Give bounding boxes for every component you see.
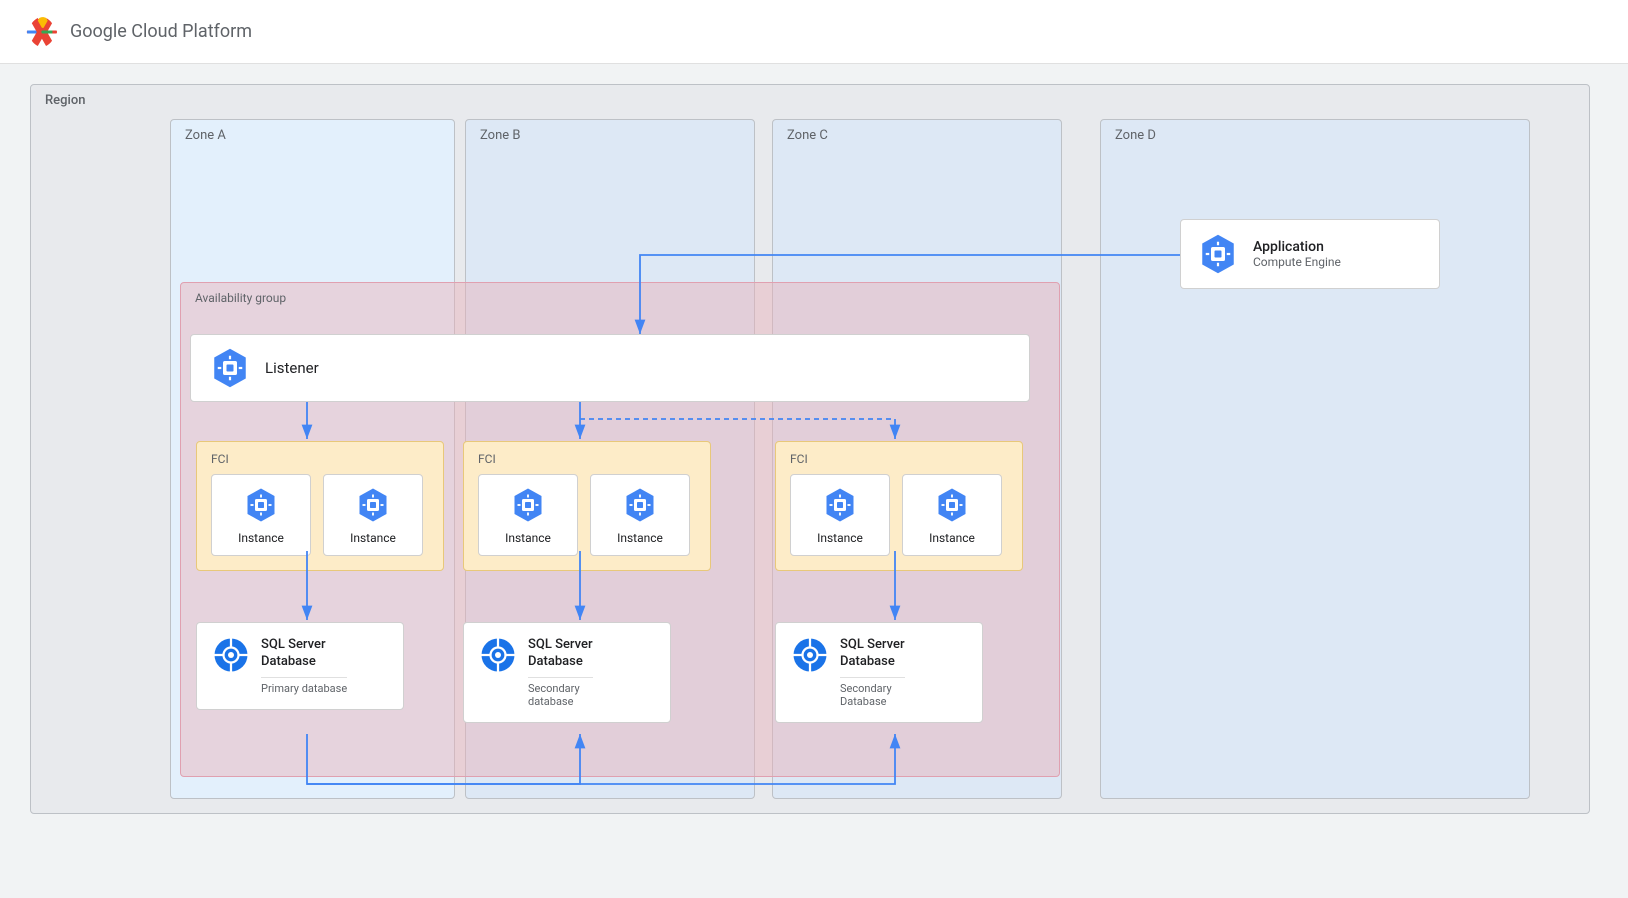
db-c-title: SQL ServerDatabase (840, 637, 905, 671)
db-box-a: SQL ServerDatabase Primary database (196, 622, 404, 710)
instance-a1-label: Instance (238, 531, 284, 545)
instance-a1-icon (243, 487, 279, 523)
logo-text: Google Cloud Platform (70, 21, 252, 42)
db-b-icon (480, 637, 516, 673)
db-c-icon (792, 637, 828, 673)
fci-box-b: FCI Instance (463, 441, 711, 571)
app-text: Application Compute Engine (1253, 239, 1341, 269)
db-b-text: SQL ServerDatabase Secondarydatabase (528, 637, 593, 708)
db-box-b: SQL ServerDatabase Secondarydatabase (463, 622, 671, 723)
instance-c2-icon (934, 487, 970, 523)
db-b-subtitle: Secondarydatabase (528, 677, 593, 708)
instance-c2-label: Instance (929, 531, 975, 545)
fci-b-label: FCI (478, 452, 696, 466)
fci-b-instances: Instance Instance (478, 474, 696, 556)
app-subtitle: Compute Engine (1253, 255, 1341, 269)
main-canvas: Region Zone A Zone B Zone C Zone D Avail… (0, 64, 1628, 834)
zone-b-label: Zone B (480, 128, 520, 143)
instance-a2-icon (355, 487, 391, 523)
instance-a2-label: Instance (350, 531, 396, 545)
fci-a-instances: Instance Instance (211, 474, 429, 556)
db-a-text: SQL ServerDatabase Primary database (261, 637, 347, 695)
db-a-title: SQL ServerDatabase (261, 637, 347, 671)
listener-label: Listener (265, 359, 319, 377)
db-c-subtitle: SecondaryDatabase (840, 677, 905, 708)
zone-c-label: Zone C (787, 128, 828, 143)
app-icon (1197, 233, 1239, 275)
listener-box: Listener (190, 334, 1030, 402)
instance-box-b2: Instance (590, 474, 690, 556)
db-c-text: SQL ServerDatabase SecondaryDatabase (840, 637, 905, 708)
header: Google Cloud Platform (0, 0, 1628, 64)
db-a-subtitle: Primary database (261, 677, 347, 695)
instance-b2-icon (622, 487, 658, 523)
instance-b1-icon (510, 487, 546, 523)
fci-c-instances: Instance Instance (790, 474, 1008, 556)
db-a-icon (213, 637, 249, 673)
instance-box-a1: Instance (211, 474, 311, 556)
zone-d-label: Zone D (1115, 128, 1156, 143)
zone-a-label: Zone A (185, 128, 226, 143)
instance-c1-icon (822, 487, 858, 523)
instance-box-b1: Instance (478, 474, 578, 556)
instance-box-c2: Instance (902, 474, 1002, 556)
logo-container: Google Cloud Platform (24, 14, 252, 50)
instance-c1-label: Instance (817, 531, 863, 545)
fci-box-a: FCI Instance (196, 441, 444, 571)
instance-b2-label: Instance (617, 531, 663, 545)
fci-box-c: FCI Instance (775, 441, 1023, 571)
region-label: Region (45, 93, 85, 108)
app-title: Application (1253, 239, 1341, 255)
instance-box-a2: Instance (323, 474, 423, 556)
fci-c-label: FCI (790, 452, 1008, 466)
db-b-title: SQL ServerDatabase (528, 637, 593, 671)
listener-icon (209, 347, 251, 389)
fci-a-label: FCI (211, 452, 429, 466)
app-box: Application Compute Engine (1180, 219, 1440, 289)
availability-group-label: Availability group (195, 291, 286, 305)
instance-b1-label: Instance (505, 531, 551, 545)
instance-box-c1: Instance (790, 474, 890, 556)
gcp-logo-icon (24, 14, 60, 50)
db-box-c: SQL ServerDatabase SecondaryDatabase (775, 622, 983, 723)
